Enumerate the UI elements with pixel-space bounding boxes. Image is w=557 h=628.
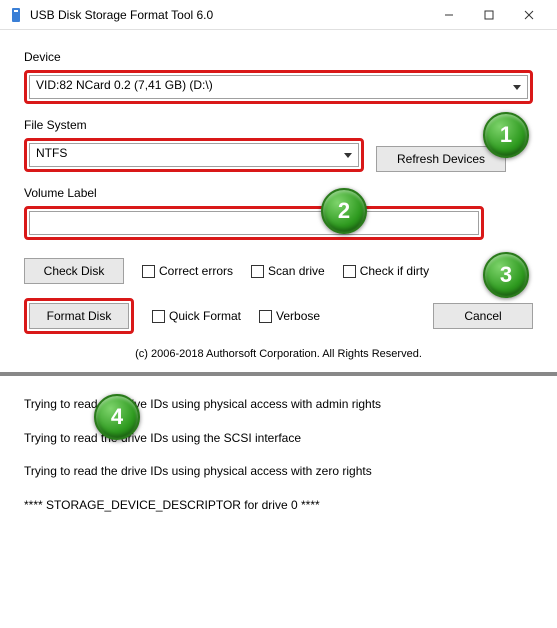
device-highlight: VID:82 NCard 0.2 (7,41 GB) (D:\) [24,70,533,104]
volume-label-label: Volume Label [24,186,533,200]
check-if-dirty-checkbox[interactable]: Check if dirty [343,264,429,278]
scan-drive-checkbox[interactable]: Scan drive [251,264,325,278]
checkbox-label: Check if dirty [360,264,429,278]
filesystem-select[interactable]: NTFS [29,143,359,167]
checkbox-label: Verbose [276,309,320,323]
verbose-checkbox[interactable]: Verbose [259,309,320,323]
annotation-badge-2: 2 [321,188,367,234]
quick-format-checkbox[interactable]: Quick Format [152,309,241,323]
checkbox-label: Scan drive [268,264,325,278]
minimize-button[interactable] [429,1,469,29]
window-controls [429,1,549,29]
device-value: VID:82 NCard 0.2 (7,41 GB) (D:\) [36,78,213,92]
annotation-badge-1: 1 [483,112,529,158]
annotation-badge-4: 4 [94,394,140,440]
format-disk-highlight: Format Disk [24,298,134,334]
maximize-button[interactable] [469,1,509,29]
checkbox-label: Quick Format [169,309,241,323]
filesystem-label: File System [24,118,533,132]
device-label: Device [24,50,533,64]
device-select[interactable]: VID:82 NCard 0.2 (7,41 GB) (D:\) [29,75,528,99]
format-disk-button[interactable]: Format Disk [29,303,129,329]
checkbox-icon [152,310,165,323]
correct-errors-checkbox[interactable]: Correct errors [142,264,233,278]
app-icon [8,7,24,23]
log-line: **** STORAGE_DEVICE_DESCRIPTOR for drive… [24,489,533,523]
check-disk-button[interactable]: Check Disk [24,258,124,284]
checkbox-icon [343,265,356,278]
divider [0,372,557,376]
filesystem-value: NTFS [36,146,67,160]
copyright-text: (c) 2006-2018 Authorsoft Corporation. Al… [24,348,533,360]
cancel-button[interactable]: Cancel [433,303,533,329]
volume-label-highlight [24,206,484,240]
titlebar: USB Disk Storage Format Tool 6.0 [0,0,557,30]
window-title: USB Disk Storage Format Tool 6.0 [30,8,429,22]
checkbox-icon [142,265,155,278]
close-button[interactable] [509,1,549,29]
volume-label-input[interactable] [29,211,479,235]
checkbox-label: Correct errors [159,264,233,278]
checkbox-icon [251,265,264,278]
refresh-devices-button[interactable]: Refresh Devices [376,146,506,172]
filesystem-highlight: NTFS [24,138,364,172]
checkbox-icon [259,310,272,323]
log-line: Trying to read the drive IDs using physi… [24,455,533,489]
annotation-badge-3: 3 [483,252,529,298]
